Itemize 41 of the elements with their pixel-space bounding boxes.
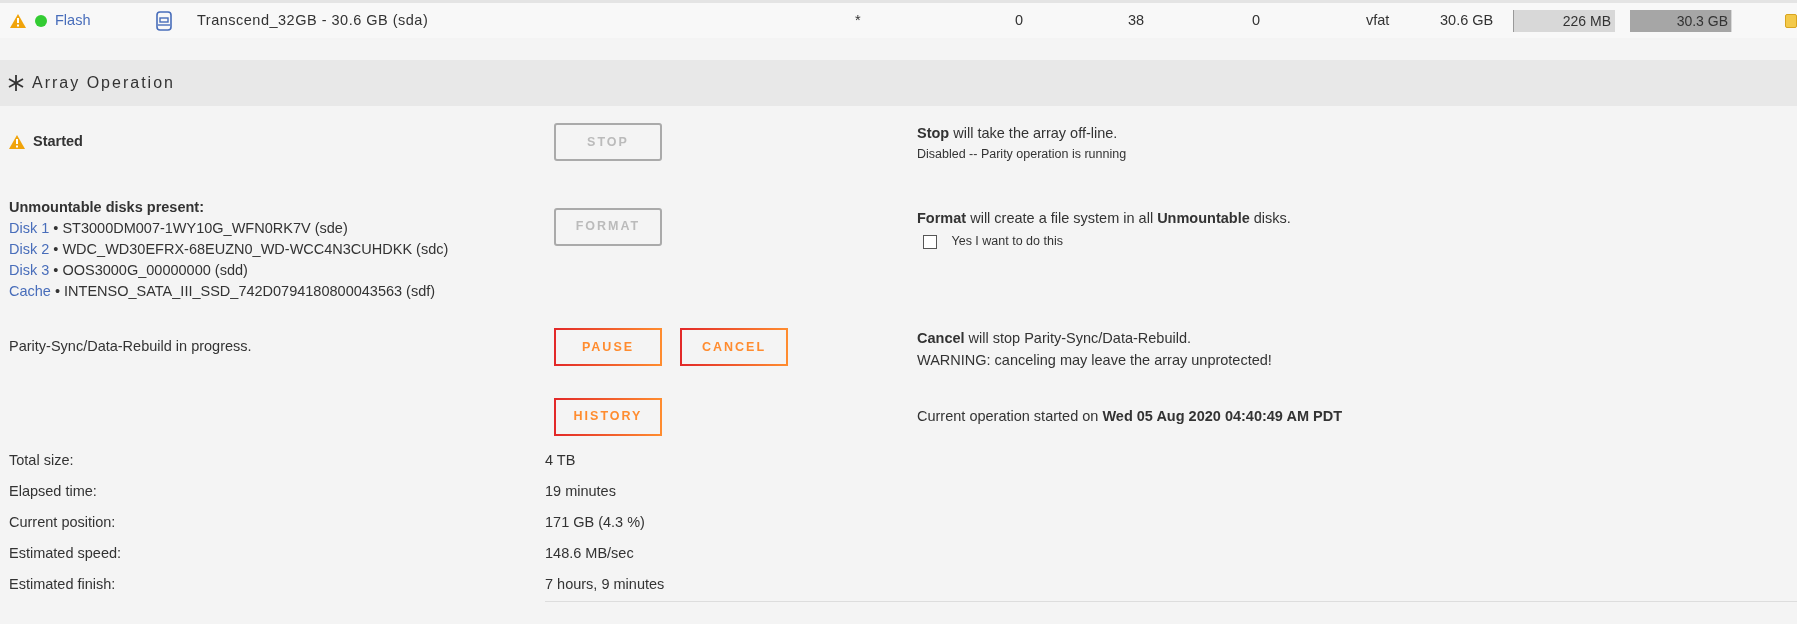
- description: Current operation started on Wed 05 Aug 2020 04:40:49 AM PDT: [917, 406, 1342, 426]
- table-cell-text: 38: [1128, 10, 1145, 30]
- device-identification: Transcend_32GB - 30.6 GB (sda): [197, 10, 429, 30]
- section-title: Array Operation: [32, 73, 175, 93]
- stat-value: 7 hours, 9 minutes: [545, 575, 666, 595]
- disk-link[interactable]: Disk 1: [9, 220, 50, 237]
- stat-label: Total size:: [9, 451, 75, 471]
- progress-text: Parity-Sync/Data-Rebuild in progress.: [9, 337, 252, 357]
- note: Disabled -- Parity operation is running: [917, 145, 1128, 163]
- table-cell-text: 30.6 GB: [1440, 10, 1494, 30]
- stat-label: Elapsed time:: [9, 482, 98, 502]
- stat-value: 148.6 MB/sec: [545, 544, 635, 564]
- table-cell-text: 0: [1015, 10, 1024, 30]
- disk-link[interactable]: Disk 2: [9, 241, 50, 258]
- description: WARNING: canceling may leave the array unprotected!: [917, 351, 1273, 370]
- device-link[interactable]: Flash: [55, 9, 91, 32]
- checkbox[interactable]: Yes I want to do this: [917, 229, 1797, 251]
- description: Stop will take the array off-line.: [917, 124, 1119, 143]
- description: Format will create a file system in all Unmountable disks.: [917, 208, 1292, 228]
- stat-label: Estimated speed:: [9, 544, 123, 564]
- disk-link[interactable]: Cache: [9, 283, 51, 300]
- stat-label: Estimated finish:: [9, 575, 117, 595]
- table-cell-text: *: [855, 10, 861, 30]
- snowflake-icon: [8, 75, 24, 91]
- unmountable-title: Unmountable disks present:: [9, 197, 205, 217]
- drive-icon: [155, 10, 173, 31]
- table-cell-text: 0: [1252, 10, 1261, 30]
- disk-detail: • ST3000DM007-1WY10G_WFN0RK7V (sde): [53, 220, 348, 237]
- disk-link[interactable]: Disk 3: [9, 262, 50, 279]
- disk-detail: • WDC_WD30EFRX-68EUZN0_WD-WCC4N3CUHDKK (sdc): [53, 241, 449, 258]
- disk-detail: • INTENSO_SATA_III_SSD_742D0794180800043563 (sdf): [54, 283, 436, 300]
- stat-value: 19 minutes: [545, 482, 617, 502]
- status-text: Started: [33, 132, 83, 152]
- stat-value: 171 GB (4.3 %): [545, 513, 646, 533]
- used-space-bar: 226 MB: [1513, 9, 1615, 32]
- stat-value: 4 TB: [545, 451, 577, 471]
- disk-detail: • OOS3000G_00000000 (sdd): [53, 262, 248, 279]
- free-space-bar: 30.3 GB: [1630, 9, 1732, 32]
- stat-label: Current position:: [9, 513, 117, 533]
- description: Cancel will stop Parity-Sync/Data-Rebuild.: [917, 329, 1192, 349]
- table-cell-text: vfat: [1366, 10, 1390, 30]
